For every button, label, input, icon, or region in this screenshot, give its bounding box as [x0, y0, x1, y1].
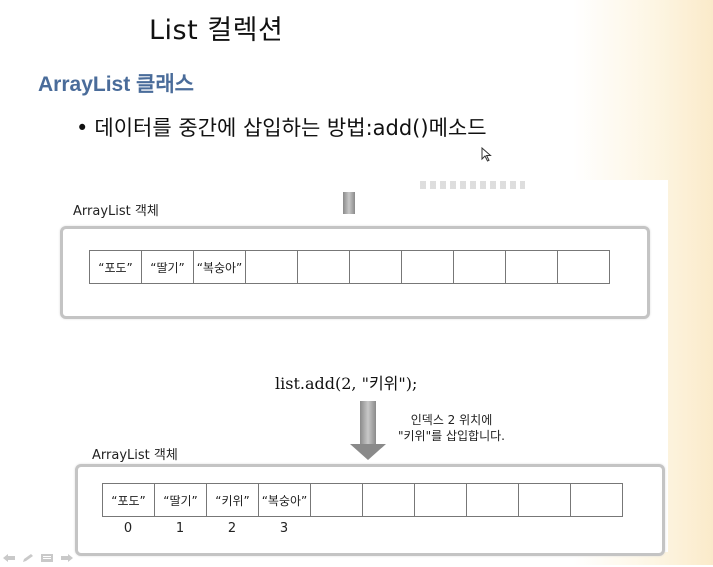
array-cell	[349, 250, 402, 284]
code-statement: list.add(2, "키위");	[275, 374, 418, 393]
down-arrow-stub	[343, 192, 355, 214]
annotation-line-1: 인덱스 2 위치에	[410, 413, 493, 427]
faded-caption	[420, 181, 525, 189]
array-cell: “복숭아”	[258, 483, 311, 517]
array-cell: “복숭아”	[193, 250, 246, 284]
array-cell	[310, 483, 363, 517]
array-cell: “포도”	[89, 250, 142, 284]
section-heading: ArrayList 클래스	[38, 73, 194, 96]
array-cell	[518, 483, 571, 517]
pen-icon[interactable]	[22, 548, 34, 567]
mouse-cursor-icon	[481, 147, 492, 162]
array-cell: “포도”	[102, 483, 155, 517]
menu-icon[interactable]	[40, 548, 54, 567]
next-slide-icon[interactable]	[60, 548, 74, 567]
arraylist-after-cells: “포도” “딸기” “키위” “복숭아”	[102, 483, 623, 517]
array-cell	[453, 250, 506, 284]
array-cell	[297, 250, 350, 284]
arraylist-before-box: “포도” “딸기” “복숭아”	[60, 226, 650, 319]
down-arrow-shaft	[360, 401, 376, 445]
arraylist-after-label: ArrayList 객체	[92, 448, 178, 463]
array-cell: “키위”	[206, 483, 259, 517]
arraylist-before-cells: “포도” “딸기” “복숭아”	[89, 250, 610, 284]
array-cell	[414, 483, 467, 517]
slide-title: List 컬렉션	[149, 15, 284, 46]
bullet-text: 데이터를 중간에 삽입하는 방법:add()메소드	[94, 116, 487, 140]
annotation: 인덱스 2 위치에 "키위"를 삽입합니다.	[398, 412, 505, 444]
array-index: 1	[175, 521, 185, 536]
annotation-line-2: "키위"를 삽입합니다.	[398, 429, 505, 443]
down-arrow-head	[350, 444, 386, 460]
array-cell	[557, 250, 610, 284]
slideshow-toolbar	[2, 548, 74, 567]
array-cell	[401, 250, 454, 284]
array-cell: “딸기”	[154, 483, 207, 517]
array-index: 3	[279, 521, 289, 536]
array-cell	[505, 250, 558, 284]
array-cell	[362, 483, 415, 517]
arraylist-before-label: ArrayList 객체	[73, 204, 159, 219]
prev-slide-icon[interactable]	[2, 548, 16, 567]
array-cell	[570, 483, 623, 517]
diagram: ArrayList 객체 “포도” “딸기” “복숭아” ArrayList 객체 …	[48, 180, 668, 556]
array-cell	[466, 483, 519, 517]
arraylist-after-indices: 0 1 2 3	[102, 521, 310, 536]
array-index: 2	[227, 521, 237, 536]
bullet-marker: •	[76, 116, 89, 140]
array-cell: “딸기”	[141, 250, 194, 284]
arraylist-after-box: “포도” “딸기” “키위” “복숭아” 0 1 2 3	[75, 464, 665, 556]
array-index: 0	[123, 521, 133, 536]
bullet-point: • 데이터를 중간에 삽입하는 방법:add()메소드	[76, 112, 487, 142]
array-cell	[245, 250, 298, 284]
